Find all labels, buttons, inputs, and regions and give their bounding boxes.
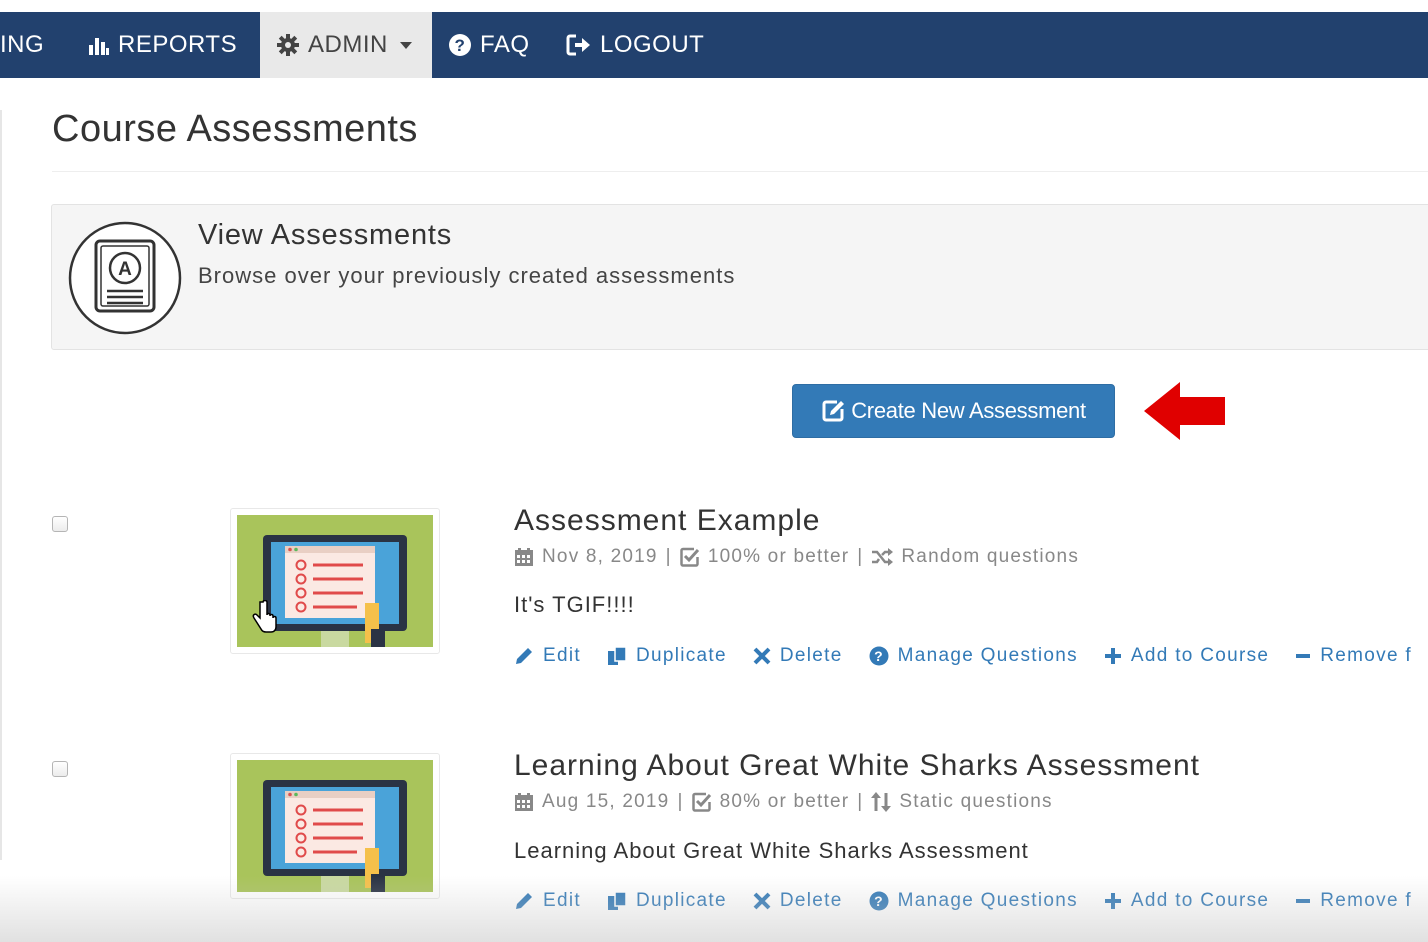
edit-link[interactable]: Edit (514, 890, 581, 912)
sort-icon (871, 792, 892, 812)
close-icon (753, 647, 771, 665)
create-button-label: Create New Assessment (851, 398, 1086, 423)
delete-link[interactable]: Delete (753, 890, 843, 912)
nav-item-label: ADMIN (308, 31, 388, 58)
manage-questions-label: Manage Questions (897, 645, 1078, 666)
meta-separator: | (857, 791, 864, 812)
assessment-thumbnail[interactable] (230, 753, 440, 899)
nav-item-reports[interactable]: REPORTS (88, 12, 237, 78)
bar-chart-icon (89, 38, 109, 55)
add-to-course-link[interactable]: Add to Course (1104, 645, 1269, 667)
edit-label: Edit (543, 890, 581, 911)
copy-icon (607, 891, 627, 910)
top-strip (0, 0, 1428, 12)
question-mode: Static questions (899, 791, 1053, 812)
nav-item-label: FAQ (480, 31, 530, 58)
close-icon (753, 892, 771, 910)
panel-title: View Assessments (198, 219, 453, 251)
left-divider (0, 110, 2, 860)
assessment-meta: Aug 15, 2019 | 80% or better | Static qu… (514, 791, 1053, 813)
question-circle-icon: ? (869, 646, 889, 666)
computer-checklist-icon (237, 760, 433, 892)
manage-questions-link[interactable]: ? Manage Questions (869, 890, 1078, 912)
svg-text:?: ? (874, 893, 884, 909)
nav-item-label: ING (0, 31, 45, 58)
main-navbar: ING REPORTS ADMIN ? FAQ LOGOUT (0, 12, 1428, 78)
delete-link[interactable]: Delete (753, 645, 843, 667)
select-checkbox[interactable] (52, 516, 68, 532)
manage-questions-label: Manage Questions (897, 890, 1078, 911)
view-assessments-panel: A View Assessments Browse over your prev… (51, 204, 1428, 350)
manage-questions-link[interactable]: ? Manage Questions (869, 645, 1078, 667)
duplicate-link[interactable]: Duplicate (607, 890, 727, 912)
question-mode: Random questions (901, 546, 1080, 567)
check-square-icon (691, 792, 711, 812)
question-circle-icon: ? (869, 891, 889, 911)
assessment-passing: 80% or better (719, 791, 850, 812)
add-to-course-label: Add to Course (1130, 645, 1270, 666)
create-new-assessment-button[interactable]: Create New Assessment (792, 384, 1115, 438)
chevron-down-icon (399, 41, 412, 49)
assessment-passing: 100% or better (707, 546, 850, 567)
copy-icon (607, 646, 627, 665)
panel-subtitle: Browse over your previously created asse… (198, 263, 736, 288)
delete-label: Delete (779, 890, 843, 911)
title-divider (52, 171, 1428, 172)
meta-separator: | (677, 791, 684, 812)
calendar-icon (515, 548, 533, 566)
assessment-actions: Edit Duplicate Delete ? Manage Questions… (514, 643, 1428, 669)
red-arrow-indicator (1144, 382, 1225, 440)
remove-label: Remove f (1320, 645, 1412, 666)
edit-square-icon (822, 400, 845, 422)
pencil-icon (516, 893, 532, 909)
add-to-course-label: Add to Course (1130, 890, 1270, 911)
calendar-icon (515, 793, 533, 811)
plus-icon (1104, 648, 1121, 664)
meta-separator: | (665, 546, 672, 567)
nav-item-faq[interactable]: ? FAQ (448, 12, 530, 78)
assessment-description: Learning About Great White Sharks Assess… (514, 838, 1029, 863)
assessment-meta: Nov 8, 2019 | 100% or better | Random qu… (514, 546, 1079, 568)
duplicate-label: Duplicate (635, 645, 727, 666)
svg-text:A: A (118, 259, 132, 280)
assessment-description: It's TGIF!!!! (514, 592, 635, 617)
svg-text:?: ? (455, 36, 466, 55)
assessment-title[interactable]: Learning About Great White Sharks Assess… (514, 749, 1200, 783)
add-to-course-link[interactable]: Add to Course (1104, 890, 1269, 912)
pencil-icon (516, 648, 532, 664)
nav-item-label: LOGOUT (600, 31, 705, 58)
remove-from-course-link[interactable]: Remove f (1295, 890, 1412, 912)
minus-icon (1296, 899, 1311, 903)
delete-label: Delete (779, 645, 843, 666)
check-square-icon (680, 547, 699, 567)
assessment-badge-icon: A (68, 221, 182, 335)
edit-link[interactable]: Edit (514, 645, 581, 667)
nav-item-admin[interactable]: ADMIN (260, 12, 432, 78)
plus-icon (1104, 893, 1121, 909)
nav-item-logout[interactable]: LOGOUT (566, 12, 704, 78)
assessment-date: Aug 15, 2019 (542, 791, 670, 812)
assessment-actions: Edit Duplicate Delete ? Manage Questions… (514, 888, 1428, 914)
page-title: Course Assessments (52, 108, 418, 150)
duplicate-link[interactable]: Duplicate (607, 645, 727, 667)
gear-icon (277, 34, 299, 56)
random-icon (872, 548, 894, 566)
question-circle-icon: ? (449, 34, 471, 56)
assessment-date: Nov 8, 2019 (542, 546, 658, 567)
remove-label: Remove f (1320, 890, 1412, 911)
assessment-title[interactable]: Assessment Example (514, 504, 820, 538)
meta-separator: | (857, 546, 864, 567)
svg-text:?: ? (874, 648, 884, 664)
remove-from-course-link[interactable]: Remove f (1295, 645, 1412, 667)
sign-out-icon (566, 34, 590, 56)
nav-item-label: REPORTS (118, 31, 238, 58)
duplicate-label: Duplicate (635, 890, 727, 911)
edit-label: Edit (543, 645, 581, 666)
select-checkbox[interactable] (52, 761, 68, 777)
hand-cursor-icon (252, 600, 277, 633)
nav-item-partial[interactable]: ING (0, 12, 44, 78)
minus-icon (1296, 654, 1311, 658)
